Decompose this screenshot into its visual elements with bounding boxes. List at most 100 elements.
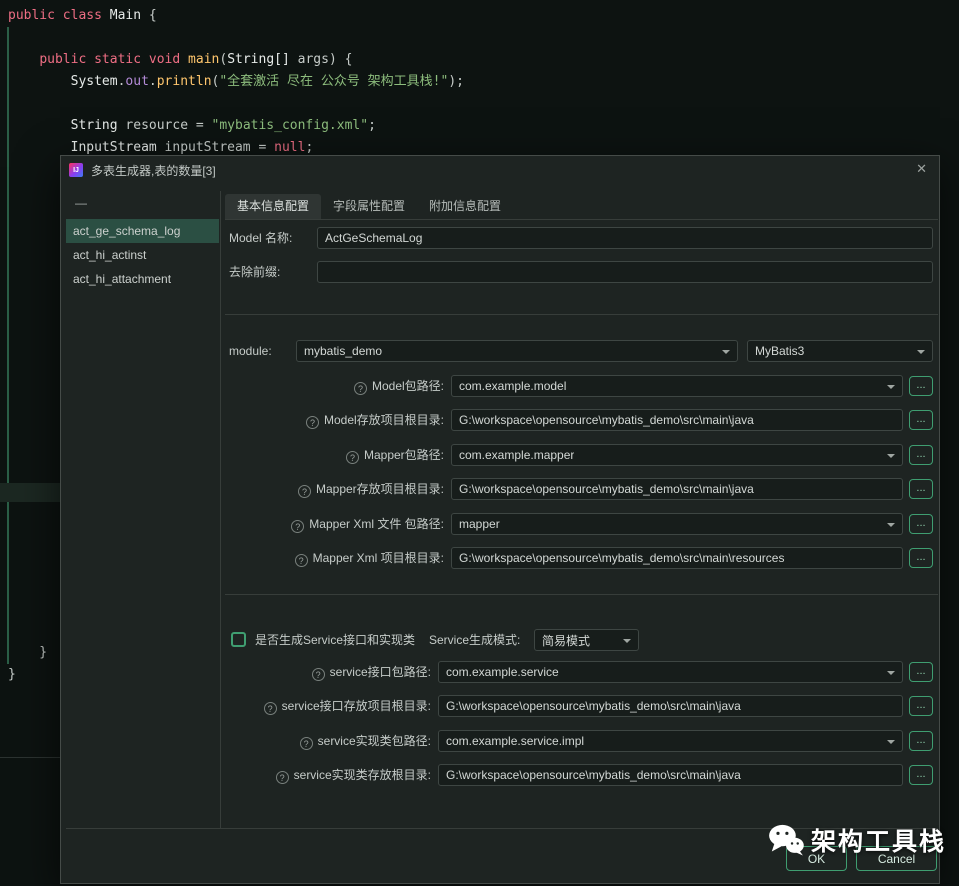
help-icon[interactable]: ? — [297, 485, 311, 498]
help-icon[interactable]: ? — [311, 668, 325, 681]
input-value: com.example.service.impl — [446, 734, 585, 748]
prefix-label: 去除前缀: — [229, 265, 281, 279]
watermark-text: 架构工具栈 — [811, 828, 947, 856]
help-icon[interactable]: ? — [353, 382, 367, 395]
model-name-label: Model 名称: — [229, 231, 293, 245]
code-token: InputStream — [70, 140, 157, 155]
browse-button[interactable]: ... — [909, 445, 933, 465]
table-list-item[interactable]: act_hi_actinst — [66, 243, 219, 267]
mapper-package-input[interactable]: com.example.mapper — [451, 444, 903, 466]
service-package-label: ? service接口包路径: — [225, 661, 431, 683]
service-mode-select[interactable]: 简易模式 — [534, 629, 639, 651]
table-list-item[interactable]: act_ge_schema_log — [66, 219, 219, 243]
code-token: static — [94, 52, 142, 67]
form-row-model-dir: ? Model存放项目根目录: G:\workspace\opensource\m… — [225, 409, 938, 431]
browse-button[interactable]: ... — [909, 696, 933, 716]
input-value: G:\workspace\opensource\mybatis_demo\src… — [446, 699, 741, 713]
code-token: String — [70, 118, 118, 133]
help-icon[interactable]: ? — [291, 520, 305, 533]
form-row-service-impl-package: ? service实现类包路径: com.example.service.impl… — [225, 730, 938, 752]
chevron-down-icon[interactable] — [623, 639, 631, 643]
browse-button[interactable]: ... — [909, 548, 933, 568]
generate-service-checkbox[interactable] — [231, 632, 246, 647]
code-token: public — [39, 52, 87, 67]
service-impl-dir-input[interactable]: G:\workspace\opensource\mybatis_demo\src… — [438, 764, 903, 786]
service-impl-package-input[interactable]: com.example.service.impl — [438, 730, 903, 752]
label-text: service接口包路径: — [329, 665, 431, 679]
generate-service-label: 是否生成Service接口和实现类 — [255, 633, 416, 647]
code-token: public — [8, 8, 55, 23]
mapper-xml-dir-input[interactable]: G:\workspace\opensource\mybatis_demo\src… — [451, 547, 903, 569]
help-icon[interactable]: ? — [263, 702, 277, 715]
code-line: System.out.println("全套激活 尽在 公众号 架构工具栈!")… — [8, 71, 464, 93]
generator-version-select[interactable]: MyBatis3 — [747, 340, 933, 362]
chevron-down-icon[interactable] — [887, 523, 895, 527]
browse-button[interactable]: ... — [909, 410, 933, 430]
code-token: main — [188, 52, 220, 67]
browse-button[interactable]: ... — [909, 662, 933, 682]
collapse-button[interactable]: — — [75, 196, 87, 210]
help-icon[interactable]: ? — [305, 416, 319, 429]
service-package-input[interactable]: com.example.service — [438, 661, 903, 683]
browse-button[interactable]: ... — [909, 479, 933, 499]
code-token: "全套激活 尽在 公众号 架构工具栈!" — [219, 74, 449, 89]
divider — [225, 594, 938, 595]
tab-additional-info[interactable]: 附加信息配置 — [417, 194, 513, 219]
tab-basic-info[interactable]: 基本信息配置 — [225, 194, 322, 219]
watermark: 架构工具栈 — [768, 822, 946, 858]
code-token: resource = — [117, 118, 212, 133]
chevron-down-icon[interactable] — [887, 454, 895, 458]
chevron-down-icon[interactable] — [887, 671, 895, 675]
current-line-highlight — [0, 483, 60, 502]
input-value: mybatis_demo — [304, 344, 383, 358]
help-icon[interactable]: ? — [294, 554, 308, 567]
model-name-input[interactable]: ActGeSchemaLog — [317, 227, 933, 249]
module-select[interactable]: mybatis_demo — [296, 340, 738, 362]
input-value: G:\workspace\opensource\mybatis_demo\src… — [459, 482, 754, 496]
wechat-icon — [769, 824, 804, 856]
code-line: public class Main { — [8, 5, 157, 27]
help-icon[interactable]: ? — [345, 451, 359, 464]
prefix-input[interactable] — [317, 261, 933, 283]
module-label: module: — [229, 344, 272, 358]
model-dir-input[interactable]: G:\workspace\opensource\mybatis_demo\src… — [451, 409, 903, 431]
table-list: act_ge_schema_log act_hi_actinst act_hi_… — [66, 219, 219, 291]
mapper-package-label: ? Mapper包路径: — [225, 444, 444, 466]
browse-button[interactable]: ... — [909, 514, 933, 534]
chevron-down-icon[interactable] — [722, 350, 730, 354]
table-list-panel: — act_ge_schema_log act_hi_actinst act_h… — [66, 191, 221, 828]
mapper-xml-package-input[interactable]: mapper — [451, 513, 903, 535]
code-token: out — [125, 74, 149, 89]
chevron-down-icon[interactable] — [917, 350, 925, 354]
browse-button[interactable]: ... — [909, 731, 933, 751]
close-icon[interactable]: ✕ — [916, 161, 927, 177]
tab-field-properties[interactable]: 字段属性配置 — [321, 194, 417, 219]
code-token: ; — [368, 118, 376, 133]
chevron-down-icon[interactable] — [887, 385, 895, 389]
screen: public class Main { public static void m… — [0, 0, 959, 886]
divider — [225, 314, 938, 315]
service-dir-input[interactable]: G:\workspace\opensource\mybatis_demo\src… — [438, 695, 903, 717]
code-line: public static void main(String[] args) { — [8, 49, 352, 71]
help-icon[interactable]: ? — [299, 737, 313, 750]
browse-button[interactable]: ... — [909, 765, 933, 785]
help-icon[interactable]: ? — [275, 771, 289, 784]
input-value: G:\workspace\opensource\mybatis_demo\src… — [459, 413, 754, 427]
table-list-item[interactable]: act_hi_attachment — [66, 267, 219, 291]
model-package-input[interactable]: com.example.model — [451, 375, 903, 397]
mapper-dir-input[interactable]: G:\workspace\opensource\mybatis_demo\src… — [451, 478, 903, 500]
code-token: inputStream = — [156, 140, 275, 155]
chevron-down-icon[interactable] — [887, 740, 895, 744]
dialog-title: 多表生成器,表的数量[3] — [91, 163, 216, 178]
mapper-xml-package-label: ? Mapper Xml 文件 包路径: — [225, 513, 444, 535]
code-token: ; — [305, 140, 314, 155]
browse-button[interactable]: ... — [909, 376, 933, 396]
input-value: G:\workspace\opensource\mybatis_demo\src… — [459, 551, 785, 565]
code-line: String resource = "mybatis_config.xml"; — [8, 115, 376, 137]
